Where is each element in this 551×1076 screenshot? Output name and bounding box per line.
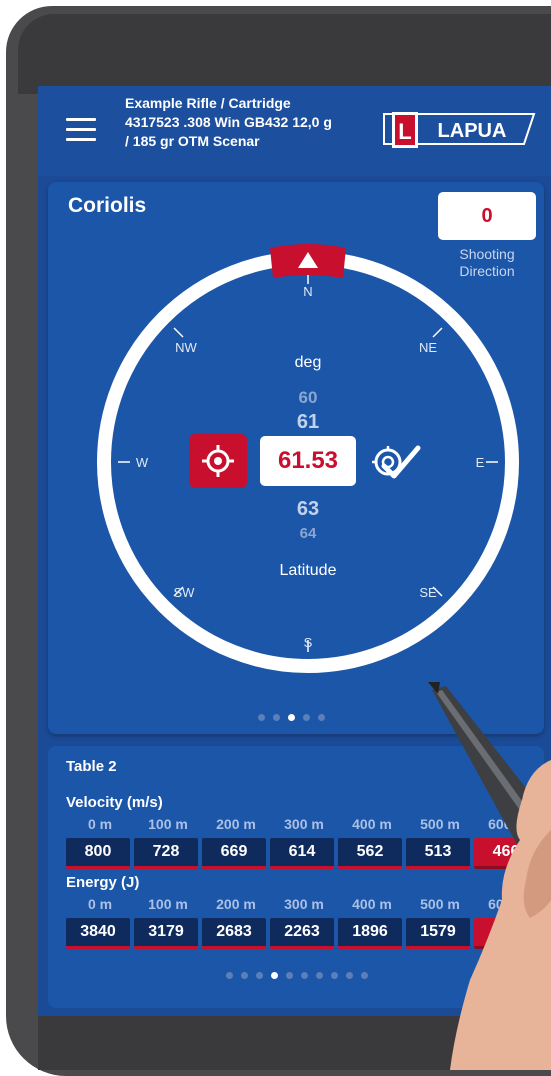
hand-with-stylus [428, 682, 551, 1070]
